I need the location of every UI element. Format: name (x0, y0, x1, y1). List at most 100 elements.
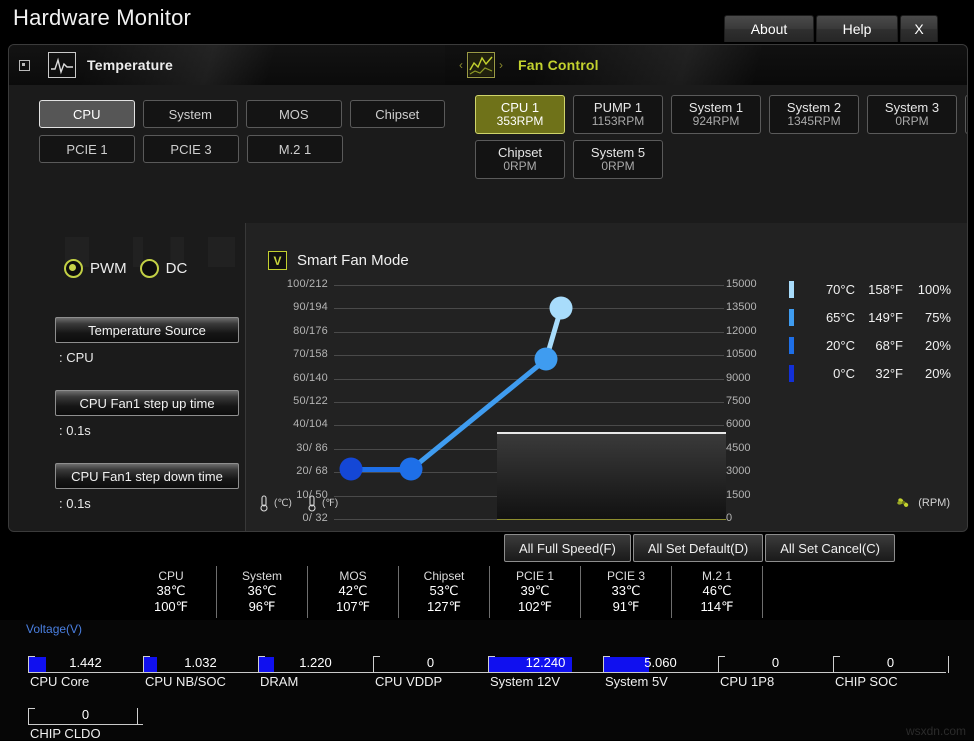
y-tick-left: 90/194 (293, 301, 328, 313)
temperature-source-cpu[interactable]: CPU (39, 100, 135, 128)
fan-name: PUMP 1 (593, 99, 643, 115)
voltage-item-cpu-nb-soc: 1.032 CPU NB/SOC (143, 640, 258, 689)
readout-celsius: 36℃ (247, 583, 277, 599)
curve-point-1[interactable] (339, 457, 363, 481)
fan-button-system-4[interactable]: System 40RPM (965, 95, 967, 134)
all-set-cancel-button[interactable]: All Set Cancel(C) (765, 534, 895, 562)
thermometer-icon (260, 495, 268, 512)
fan-button-system-3[interactable]: System 3 0RPM (867, 95, 957, 134)
readout-fahrenheit: 96℉ (248, 599, 276, 615)
temperature-source-m-2-1[interactable]: M.2 1 (247, 135, 343, 163)
voltage-label: CHIP CLDO (30, 726, 101, 741)
celsius-unit-label: (℃) (274, 498, 292, 509)
y-tick-left: 40/104 (293, 418, 328, 430)
temperature-source-row-1: CPU System MOS Chipset (9, 100, 445, 128)
pwm-radio-label: PWM (90, 260, 127, 277)
pwm-radio-option[interactable]: PWM (64, 259, 127, 278)
step-down-time-button[interactable]: CPU Fan1 step down time (55, 463, 239, 489)
smart-fan-mode-toggle[interactable]: V Smart Fan Mode (268, 251, 409, 270)
voltage-value: 0 (426, 655, 435, 670)
readout-name: PCIE 1 (515, 568, 554, 583)
curve-point-3[interactable] (534, 347, 558, 371)
prev-panel-arrow-icon[interactable]: ‹ (455, 58, 467, 72)
voltage-row-2: 0 CHIP CLDO (0, 692, 974, 741)
readout-celsius: 46℃ (702, 583, 732, 599)
y-tick-left: 70/158 (293, 348, 328, 360)
step-up-time-button[interactable]: CPU Fan1 step up time (55, 390, 239, 416)
dc-radio-option[interactable]: DC (139, 259, 187, 278)
legend-fahrenheit: 158°F (868, 281, 903, 297)
chart-unit-row: (℃) (℉) (RPM) (258, 495, 958, 517)
temp-readout-system: System 36℃ 96℉ (217, 566, 308, 618)
thermometer-icon (308, 495, 316, 512)
fan-button-system-5[interactable]: System 5 0RPM (573, 140, 663, 179)
temperature-source-chipset[interactable]: Chipset (349, 100, 445, 128)
help-button[interactable]: Help (816, 15, 898, 42)
voltage-value: 0 (886, 655, 895, 670)
temp-readout-m-2-1: M.2 1 46℃ 114℉ (672, 566, 763, 618)
voltage-item-cpu-core: 1.442 CPU Core (28, 640, 143, 689)
voltage-value: 5.060 (644, 655, 677, 670)
legend-swatch (789, 336, 794, 354)
temperature-source-button[interactable]: Temperature Source (55, 317, 239, 343)
voltage-item-cpu-1p8: 0 CPU 1P8 (718, 640, 833, 689)
readout-name: Chipset (423, 568, 465, 583)
fan-button-chipset[interactable]: Chipset 0RPM (475, 140, 565, 179)
all-set-default-button[interactable]: All Set Default(D) (632, 534, 764, 562)
fan-button-system-2[interactable]: System 2 1345RPM (769, 95, 859, 134)
fan-name: CPU 1 (500, 99, 540, 115)
legend-percent: 20% (924, 337, 951, 353)
y-tick-left: 80/176 (293, 325, 328, 337)
temperature-source-system[interactable]: System (142, 100, 238, 128)
fan-button-system-1[interactable]: System 1 924RPM (671, 95, 761, 134)
fan-control-panel-header[interactable]: ‹ › Fan Control (445, 45, 967, 85)
temperature-checkbox-icon (19, 59, 30, 71)
about-button[interactable]: About (724, 15, 814, 42)
temperature-panel-header[interactable]: Temperature (9, 45, 445, 85)
next-panel-arrow-icon[interactable]: › (495, 58, 507, 72)
fahrenheit-unit-label: (℉) (322, 498, 339, 509)
voltage-label: System 5V (605, 674, 668, 689)
voltage-section-title: Voltage(V) (26, 622, 83, 636)
temperature-source-buttons: CPU System MOS Chipset PCIE 1 PCIE 3 M.2 1 (9, 85, 445, 216)
y-tick-right: 9000 (726, 372, 751, 384)
temperature-source-pcie-3[interactable]: PCIE 3 (143, 135, 239, 163)
smart-fan-mode-checkbox-icon[interactable]: V (268, 251, 287, 270)
y-tick-right: 7500 (726, 395, 751, 407)
pwm-radio-icon[interactable] (64, 259, 83, 278)
voltage-value: 0 (771, 655, 780, 670)
y-tick-right: 4500 (726, 442, 751, 454)
fan-rpm: 1153RPM (591, 114, 645, 129)
voltage-item-system-5v: 5.060 System 5V (603, 640, 718, 689)
fan-name: System 5 (590, 144, 646, 160)
fan-row-1: CPU 1 353RPM PUMP 1 1153RPM System 1 924RPM Sy… (445, 95, 967, 134)
temp-readout-pcie-1: PCIE 1 39℃ 102℉ (490, 566, 581, 618)
voltage-label: CPU VDDP (375, 674, 443, 689)
chart-y-axis-right: 15000 13500 12000 10500 9000 7500 6000 4500 3000… (726, 278, 786, 524)
fan-rpm: 924RPM (692, 114, 740, 129)
voltage-item-chip-cldo: 0 CHIP CLDO (28, 692, 143, 741)
voltage-bracket-end (137, 708, 138, 725)
fan-button-pump-1[interactable]: PUMP 1 1153RPM (573, 95, 663, 134)
y-tick-left: 50/122 (293, 395, 328, 407)
readout-name: CPU (158, 568, 184, 583)
fan-icon (897, 498, 909, 507)
temperature-source-pcie-1[interactable]: PCIE 1 (39, 135, 135, 163)
curve-point-2[interactable] (399, 457, 423, 481)
overlay-baseline (497, 519, 726, 520)
voltage-value: 12.240 (525, 655, 566, 670)
watermark: wsxdn.com (905, 724, 966, 738)
readout-fahrenheit: 91℉ (612, 599, 640, 615)
temperature-source-mos[interactable]: MOS (246, 100, 342, 128)
curve-point-4[interactable] (549, 296, 573, 320)
step-up-time-field: CPU Fan1 step up time : 0.1s (55, 390, 239, 438)
close-button[interactable]: X (900, 15, 938, 42)
title-bar: Hardware Monitor About Help X (0, 0, 974, 44)
fan-name: System 3 (884, 99, 940, 115)
legend-row: 70°C 158°F 100% (789, 275, 964, 303)
dc-radio-icon[interactable] (139, 259, 159, 278)
voltage-label: CPU Core (30, 674, 90, 689)
fan-button-cpu-1[interactable]: CPU 1 353RPM (475, 95, 565, 134)
fan-name: System 1 (688, 99, 744, 115)
all-full-speed-button[interactable]: All Full Speed(F) (504, 534, 631, 562)
